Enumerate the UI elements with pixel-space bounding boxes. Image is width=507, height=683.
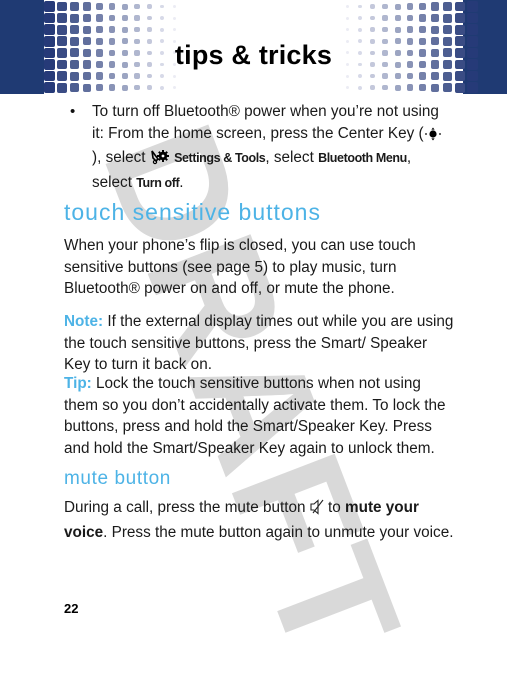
tip-label: Tip: [64,375,92,392]
page-number: 22 [64,601,79,616]
section-heading-touch-sensitive-buttons: touch sensitive buttons [64,199,321,225]
section-heading-mute-button: mute button [64,468,171,489]
bluetooth-off-bullet: To turn off Bluetooth® power when you’re… [92,101,442,194]
page-content: • To turn off Bluetooth® power when you’… [0,0,507,617]
mute-icon [310,499,324,522]
center-key-icon [424,126,442,148]
touch-intro-paragraph: When your phone’s flip is closed, you ca… [64,237,416,297]
bullet-marker: • [70,103,76,120]
mute-paragraph: During a call, press the mute button to … [64,499,454,541]
note-label: Note: [64,313,104,330]
tip-paragraph: Tip: Lock the touch sensitive buttons wh… [64,375,446,457]
settings-tools-icon [150,149,170,172]
note-paragraph: Note: If the external display times out … [64,313,454,373]
